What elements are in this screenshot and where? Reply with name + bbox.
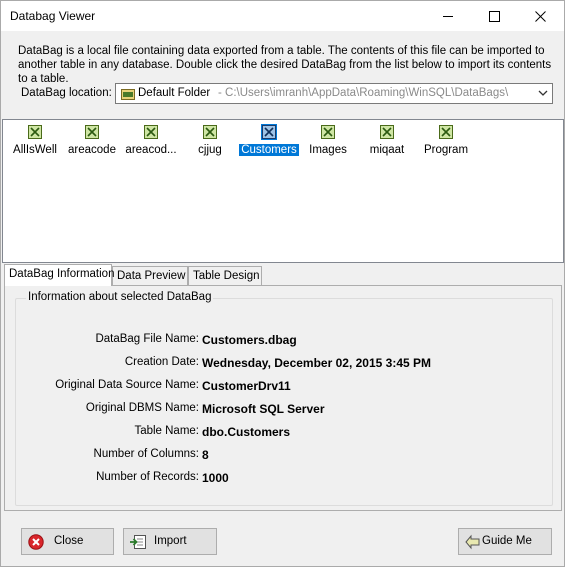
guide-me-button-label: Guide Me: [482, 535, 532, 547]
info-row: Creation Date: Wednesday, December 02, 2…: [16, 356, 554, 372]
info-row: Original Data Source Name: CustomerDrv11: [16, 379, 554, 395]
info-row: DataBag File Name: Customers.dbag: [16, 333, 554, 349]
databag-location-label: DataBag location:: [21, 87, 112, 99]
guide-icon: [465, 534, 480, 550]
list-item-label: areacod...: [125, 144, 177, 156]
maximize-icon: [489, 11, 500, 22]
list-item-label: Program: [423, 144, 469, 156]
title-bar[interactable]: Databag Viewer: [1, 1, 564, 31]
info-group-label: Information about selected DataBag: [26, 291, 214, 303]
tab-data-preview[interactable]: Data Preview: [112, 266, 188, 286]
chevron-down-icon[interactable]: [538, 90, 548, 97]
maximize-button[interactable]: [472, 1, 517, 31]
databag-icon: [144, 125, 158, 139]
info-key: Original Data Source Name:: [55, 379, 199, 391]
list-item-label: AllIsWell: [13, 144, 57, 156]
databag-location-combobox[interactable]: Default Folder - C:\Users\imranh\AppData…: [115, 83, 553, 104]
databag-icon: [321, 125, 335, 139]
info-key: Number of Columns:: [93, 448, 199, 460]
guide-me-button[interactable]: Guide Me: [458, 528, 552, 555]
tab-databag-information[interactable]: DataBag Information: [4, 264, 114, 286]
minimize-icon: [443, 16, 453, 17]
databag-viewer-window: Databag Viewer DataBag is a local file c…: [0, 0, 565, 567]
import-button-label: Import: [154, 535, 187, 547]
info-value: Microsoft SQL Server: [202, 402, 325, 416]
location-path: - C:\Users\imranh\AppData\Roaming\WinSQL…: [218, 87, 509, 99]
description-text: DataBag is a local file containing data …: [18, 45, 552, 85]
info-key: Original DBMS Name:: [85, 402, 199, 414]
databag-icon: [203, 125, 217, 139]
info-value: 8: [202, 448, 209, 462]
import-button[interactable]: Import: [123, 528, 217, 555]
close-button-label: Close: [54, 535, 84, 547]
list-item-label: Images: [309, 144, 347, 156]
databag-icon: [439, 125, 453, 139]
info-key: Creation Date:: [124, 356, 199, 368]
info-row: Table Name: dbo.Customers: [16, 425, 554, 441]
close-icon: [535, 11, 546, 22]
info-row: Original DBMS Name: Microsoft SQL Server: [16, 402, 554, 418]
info-value: Wednesday, December 02, 2015 3:45 PM: [202, 356, 432, 370]
databag-information-panel: Information about selected DataBag DataB…: [4, 285, 562, 511]
window-title: Databag Viewer: [10, 9, 96, 23]
databag-icon: [28, 125, 42, 139]
info-key: Number of Records:: [96, 471, 199, 483]
minimize-button[interactable]: [426, 1, 471, 31]
databag-icon: [85, 125, 99, 139]
info-row: Number of Records: 1000: [16, 471, 554, 487]
info-value: 1000: [202, 471, 229, 485]
close-circle-icon: [28, 534, 44, 550]
databag-icon: [261, 124, 277, 140]
databag-icon: [380, 125, 394, 139]
info-row: Number of Columns: 8: [16, 448, 554, 464]
import-icon: [130, 535, 146, 549]
list-item-label: areacode: [68, 144, 116, 156]
info-key: DataBag File Name:: [95, 333, 199, 345]
location-folder-name: Default Folder: [138, 87, 211, 99]
info-groupbox: Information about selected DataBag DataB…: [15, 291, 554, 506]
info-value: dbo.Customers: [202, 425, 291, 439]
list-item-label: cjjug: [198, 144, 222, 156]
info-value: Customers.dbag: [202, 333, 297, 347]
info-value: CustomerDrv11: [202, 379, 291, 393]
databag-item-program[interactable]: Program: [411, 124, 481, 156]
folder-icon: [121, 89, 135, 100]
list-item-label: miqaat: [369, 144, 405, 156]
info-key: Table Name:: [134, 425, 199, 437]
list-item-label: Customers: [239, 144, 299, 156]
close-button[interactable]: Close: [21, 528, 114, 555]
tab-table-design[interactable]: Table Design: [188, 266, 262, 286]
window-close-button[interactable]: [518, 1, 563, 31]
databag-list[interactable]: AllIsWell areacode areacod... cjjug Cust…: [2, 119, 564, 263]
